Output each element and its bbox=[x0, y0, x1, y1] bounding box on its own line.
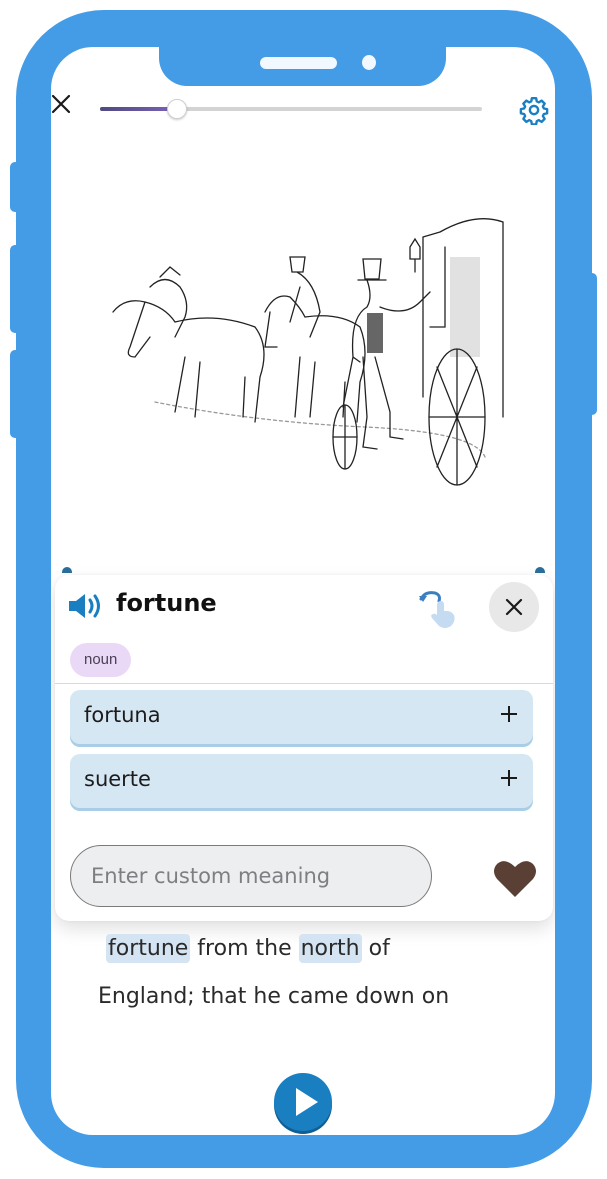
popover-anchor-right bbox=[535, 567, 545, 573]
earpiece bbox=[260, 57, 337, 69]
highlighted-word[interactable]: north bbox=[298, 934, 362, 963]
phone-screen: fortune noun fortuna suerte Enter custom… bbox=[51, 47, 555, 1135]
meaning-option[interactable]: suerte bbox=[70, 754, 533, 808]
word-popover: fortune noun fortuna suerte bbox=[55, 575, 553, 921]
reading-passage: fortune from the north of England; that … bbox=[98, 925, 538, 1021]
divider bbox=[55, 683, 553, 684]
close-x-icon[interactable] bbox=[51, 94, 73, 116]
popover-close-button[interactable] bbox=[489, 582, 539, 632]
plus-icon[interactable] bbox=[499, 704, 519, 724]
highlighted-word[interactable]: fortune bbox=[106, 934, 191, 963]
popover-anchor-left bbox=[62, 567, 72, 573]
gear-icon[interactable] bbox=[519, 95, 549, 125]
custom-meaning-input[interactable] bbox=[70, 845, 432, 907]
play-button[interactable] bbox=[272, 1072, 334, 1134]
meaning-label: fortuna bbox=[84, 703, 161, 727]
meaning-option[interactable]: fortuna bbox=[70, 690, 533, 744]
story-illustration bbox=[112, 218, 504, 486]
plus-icon[interactable] bbox=[499, 768, 519, 788]
reading-line[interactable]: England; that he came down on bbox=[98, 973, 538, 1021]
reading-line: fortune from the north of bbox=[98, 925, 538, 973]
front-camera bbox=[362, 55, 376, 70]
notch bbox=[159, 47, 446, 86]
progress-fill bbox=[100, 107, 177, 111]
meaning-label: suerte bbox=[84, 767, 151, 791]
lesson-progress-bar[interactable] bbox=[100, 99, 482, 119]
selected-word: fortune bbox=[116, 589, 217, 617]
progress-knob[interactable] bbox=[167, 99, 188, 119]
reading-text[interactable]: of bbox=[362, 936, 390, 961]
part-of-speech-badge: noun bbox=[70, 643, 132, 677]
heart-icon[interactable] bbox=[493, 859, 537, 899]
tap-gesture-icon[interactable] bbox=[417, 587, 461, 629]
speaker-icon[interactable] bbox=[67, 591, 103, 621]
close-icon bbox=[505, 598, 523, 616]
reading-text[interactable]: from the bbox=[190, 936, 298, 961]
